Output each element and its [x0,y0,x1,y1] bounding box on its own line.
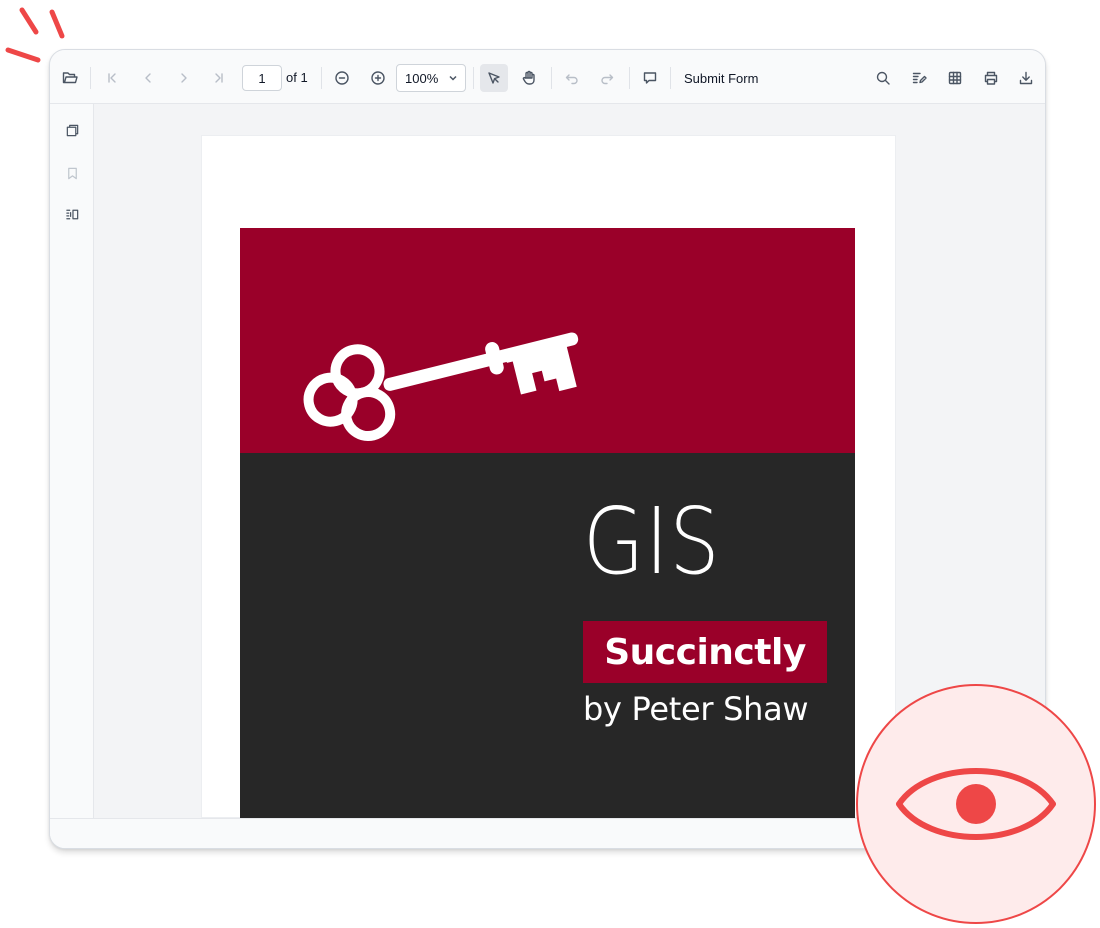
open-file-button[interactable] [56,64,84,92]
add-comment-button[interactable] [636,64,664,92]
zoom-in-button[interactable] [364,64,392,92]
undo-button[interactable] [558,64,586,92]
pdf-page: GIS Succinctly by Peter Shaw [201,135,896,819]
form-designer-button[interactable] [941,64,969,92]
print-button[interactable] [977,64,1005,92]
redo-button[interactable] [593,64,621,92]
page-count-label: of 1 [286,70,308,85]
eye-view-badge [856,684,1096,924]
folder-open-icon [62,72,78,84]
toolbar-separator [551,67,552,89]
toolbar-separator [670,67,671,89]
previous-page-icon [145,73,151,83]
zoom-level-dropdown[interactable]: 100% [396,64,466,92]
zoom-out-icon [335,71,349,85]
search-button[interactable] [869,64,897,92]
next-page-button[interactable] [170,64,198,92]
annotation-icon [912,72,927,84]
toolbar-separator [629,67,630,89]
comment-icon [643,72,657,84]
eye-icon [896,768,1056,840]
pan-mode-button[interactable] [515,64,543,92]
search-icon [876,71,890,85]
zoom-out-button[interactable] [328,64,356,92]
toolbar-separator [321,67,322,89]
page-thumbnails-icon [66,124,78,136]
text-select-button[interactable] [480,64,508,92]
print-icon [984,71,998,85]
navigation-sidebar [50,104,94,848]
first-page-button[interactable] [98,64,126,92]
cover-author: by Peter Shaw [583,690,809,728]
last-page-button[interactable] [205,64,233,92]
toolbar-separator [90,67,91,89]
key-illustration [303,332,579,441]
organize-pages-icon [65,209,78,219]
cover-subtitle-badge: Succinctly [583,621,827,683]
toolbar-separator [473,67,474,89]
zoom-level-value: 100% [405,70,439,86]
text-select-icon [488,72,500,84]
previous-page-button[interactable] [134,64,162,92]
last-page-icon [215,73,223,83]
pan-hand-icon [522,70,535,85]
cover-title: GIS [583,488,721,595]
next-page-icon [181,73,187,83]
undo-icon [565,74,578,85]
bookmark-icon [67,167,77,179]
page-number-input[interactable] [242,65,282,91]
annotation-button[interactable] [905,64,933,92]
bookmarks-button[interactable] [58,159,86,187]
download-button[interactable] [1012,64,1040,92]
first-page-icon [108,73,116,83]
book-cover: GIS Succinctly by Peter Shaw [240,228,855,819]
form-designer-icon [948,71,962,85]
viewer-toolbar: of 1 100% [50,50,1045,104]
submit-form-button[interactable]: Submit Form [676,64,766,92]
page-thumbnails-button[interactable] [58,116,86,144]
redo-icon [601,74,614,85]
chevron-down-icon [447,72,459,84]
zoom-in-icon [371,71,385,85]
cover-subtitle: Succinctly [604,631,806,673]
download-icon [1019,71,1033,85]
organize-pages-button[interactable] [58,200,86,228]
